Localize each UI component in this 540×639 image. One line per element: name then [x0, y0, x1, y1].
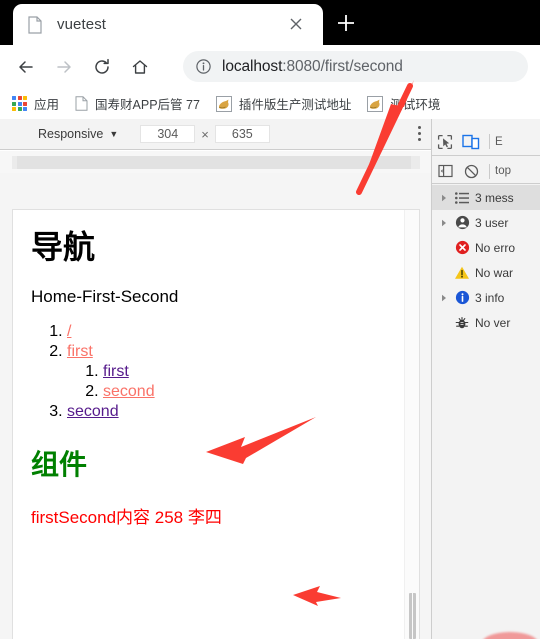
page-heading-component: 组件 [31, 448, 88, 482]
list-item: second [103, 383, 401, 401]
document-icon [75, 96, 88, 111]
console-sidebar-item-info[interactable]: 3 info [432, 285, 540, 310]
device-toolbar-icon[interactable] [458, 131, 484, 153]
router-link-first[interactable]: first [67, 343, 93, 360]
ruler-resize-handle[interactable] [17, 156, 411, 169]
router-link-nested-second[interactable]: second [103, 383, 155, 400]
error-icon [452, 240, 472, 255]
warning-icon [452, 266, 472, 280]
bookmark-label: 插件版生产测试地址 [238, 98, 352, 112]
url-path: :8080/first/second [282, 57, 403, 75]
router-link-root[interactable]: / [67, 323, 71, 340]
viewport-ruler-bar [0, 151, 431, 173]
browser-window: vuetest localhost:8080/first/second 应用 国… [0, 0, 540, 639]
home-icon[interactable] [124, 51, 156, 83]
device-height-input[interactable]: 635 [214, 125, 270, 143]
browser-toolbar: localhost:8080/first/second [0, 45, 540, 88]
clear-console-icon[interactable] [458, 160, 484, 182]
devtools-panel: E top 3 mess 3 user No erro No war 3 inf… [432, 119, 540, 639]
user-icon [452, 215, 472, 230]
browser-tab-vuetest[interactable]: vuetest [13, 4, 323, 45]
router-link-second[interactable]: second [67, 403, 119, 420]
bookmark-label: 应用 [34, 98, 60, 112]
device-preset-dropdown[interactable]: Responsive ▼ [38, 127, 118, 141]
info-circle-icon[interactable] [195, 58, 212, 75]
verbose-bug-icon [452, 316, 472, 330]
tab-title: vuetest [57, 16, 107, 33]
bookmarks-bar: 应用 国寿财APP后管 77 插件版生产测试地址 测试环境 [0, 88, 540, 119]
info-icon [452, 290, 472, 305]
router-link-nested-first[interactable]: first [103, 363, 129, 380]
console-sidebar-icon[interactable] [432, 160, 458, 182]
chevron-down-icon: ▼ [109, 129, 119, 139]
console-filter-toolbar: top [432, 159, 540, 183]
address-bar-url: localhost:8080/first/second [222, 58, 403, 76]
console-sidebar-item-messages[interactable]: 3 mess [432, 185, 540, 210]
page-scrollbar-thumb[interactable] [409, 593, 416, 639]
toolbar-bottom-border [432, 155, 540, 156]
breadcrumb: Home-First-Second [31, 287, 179, 307]
tab-strip: vuetest [0, 0, 540, 45]
document-icon [27, 15, 43, 34]
device-emulation-toolbar: Responsive ▼ 304 × 635 [0, 119, 431, 150]
apps-grid-icon [12, 96, 27, 111]
toolbar-divider [489, 134, 490, 149]
url-host: localhost [222, 57, 283, 75]
bookmark-plugin-prod-test[interactable]: 插件版生产测试地址 [200, 94, 352, 113]
console-sidebar-label: No ver [475, 315, 511, 330]
new-tab-button[interactable] [333, 10, 359, 36]
rendered-page: 导航 Home-First-Second / first first [13, 210, 419, 528]
filter-divider [489, 163, 490, 179]
close-icon[interactable] [287, 15, 305, 33]
chevron-right-icon[interactable] [436, 219, 452, 227]
list-icon [452, 191, 472, 204]
devtools-main-toolbar: E [432, 128, 540, 155]
console-sidebar-label: 3 user [475, 215, 509, 230]
dimension-separator: × [201, 126, 209, 142]
page-viewport: 导航 Home-First-Second / first first [12, 209, 420, 639]
list-item: second [67, 403, 401, 421]
router-link-list: / first first second [53, 323, 401, 421]
reload-icon[interactable] [86, 51, 118, 83]
bookmark-label: 测试环境 [390, 98, 441, 112]
list-item: / [67, 323, 401, 341]
console-sidebar-item-errors[interactable]: No erro [432, 235, 540, 260]
page-heading-nav: 导航 [31, 228, 96, 266]
bookmark-label: 国寿财APP后管 77 [95, 98, 200, 112]
device-preset-label: Responsive [38, 127, 104, 141]
console-sidebar-label: No erro [475, 240, 516, 255]
inspect-cursor-icon[interactable] [432, 131, 458, 153]
forward-arrow-icon [48, 51, 80, 83]
back-arrow-icon[interactable] [10, 51, 42, 83]
device-more-options-button[interactable] [418, 126, 421, 141]
chevron-right-icon[interactable] [436, 194, 452, 202]
console-sidebar-item-verbose[interactable]: No ver [432, 310, 540, 335]
bookmark-apps[interactable]: 应用 [0, 94, 59, 113]
address-bar[interactable]: localhost:8080/first/second [183, 51, 528, 82]
device-emulation-area: 导航 Home-First-Second / first first [0, 173, 431, 639]
nested-router-link-list: first second [89, 363, 401, 401]
fox-icon [215, 95, 232, 112]
tab-elements[interactable]: E [495, 136, 503, 148]
list-item: first [103, 363, 401, 381]
component-output-text: firstSecond内容 258 李四 [31, 508, 222, 528]
bookmark-test-env[interactable]: 测试环境 [351, 94, 440, 113]
console-sidebar-item-user-messages[interactable]: 3 user [432, 210, 540, 235]
console-sidebar-item-warnings[interactable]: No war [432, 260, 540, 285]
bookmark-guoshoucai[interactable]: 国寿财APP后管 77 [59, 94, 200, 113]
console-context-selector[interactable]: top [495, 165, 511, 177]
list-item: first first second [67, 343, 401, 401]
console-sidebar-label: 3 info [475, 290, 505, 305]
fox-icon [367, 95, 384, 112]
device-width-input[interactable]: 304 [140, 125, 196, 143]
console-sidebar-label: No war [475, 265, 514, 280]
page-scrollbar[interactable] [404, 210, 419, 639]
filter-bottom-border [432, 183, 540, 184]
console-sidebar-list: 3 mess 3 user No erro No war 3 info No v… [432, 185, 540, 335]
console-sidebar-label: 3 mess [475, 190, 514, 205]
chevron-right-icon[interactable] [436, 294, 452, 302]
partial-overlay-shape [482, 632, 538, 639]
